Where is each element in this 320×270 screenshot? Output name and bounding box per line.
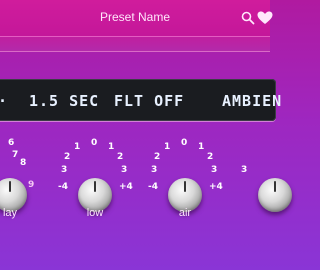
lcd-time[interactable]: 1.5 SEC — [29, 92, 99, 110]
heart-icon[interactable] — [257, 11, 273, 25]
tick: 1 — [198, 142, 205, 152]
tick: 7 — [12, 150, 19, 160]
tick: +4 — [209, 182, 223, 192]
tick: 3 — [211, 165, 218, 175]
tick: 1 — [108, 142, 115, 152]
tick: 2 — [117, 152, 124, 162]
knob-group-delay: 5 6 4 3 7 8 9 — [0, 138, 50, 268]
sub-toolbar-strip — [0, 37, 270, 52]
tick: 2 — [207, 152, 214, 162]
tick: 9 — [28, 180, 35, 190]
knob-label-delay: lay — [2, 207, 18, 219]
tick: 0 — [181, 138, 188, 148]
tick: 8 — [20, 158, 27, 168]
tick: -4 — [148, 182, 158, 192]
preset-name[interactable]: Preset Name — [0, 10, 270, 24]
tick: 3 — [121, 165, 128, 175]
knob-group-low: 0 1 1 2 2 3 3 -4 +4 — [55, 138, 135, 268]
tick: 6 — [8, 138, 15, 148]
knob-label-air: air — [178, 207, 192, 219]
fourth-knob[interactable] — [258, 178, 292, 212]
tick: 2 — [64, 152, 71, 162]
tick: 3 — [241, 165, 248, 175]
knob-group-air: 0 1 1 2 2 3 3 -4 +4 — [145, 138, 225, 268]
tick: +4 — [119, 182, 133, 192]
tick: 1 — [74, 142, 81, 152]
tick: 0 — [91, 138, 98, 148]
tick: 2 — [154, 152, 161, 162]
tick: 3 — [61, 165, 68, 175]
knob-group-fourth: 3 — [235, 138, 315, 268]
lcd-left-fragment: · — [0, 92, 8, 110]
tick: 1 — [164, 142, 171, 152]
lcd-filter[interactable]: FLT OFF — [114, 92, 184, 110]
search-icon[interactable] — [241, 11, 255, 25]
header-bar: Preset Name — [0, 0, 273, 37]
knob-label-low: low — [86, 207, 104, 219]
tick: 3 — [151, 165, 158, 175]
tick: -4 — [58, 182, 68, 192]
lcd-mode[interactable]: AMBIEN — [222, 92, 282, 110]
